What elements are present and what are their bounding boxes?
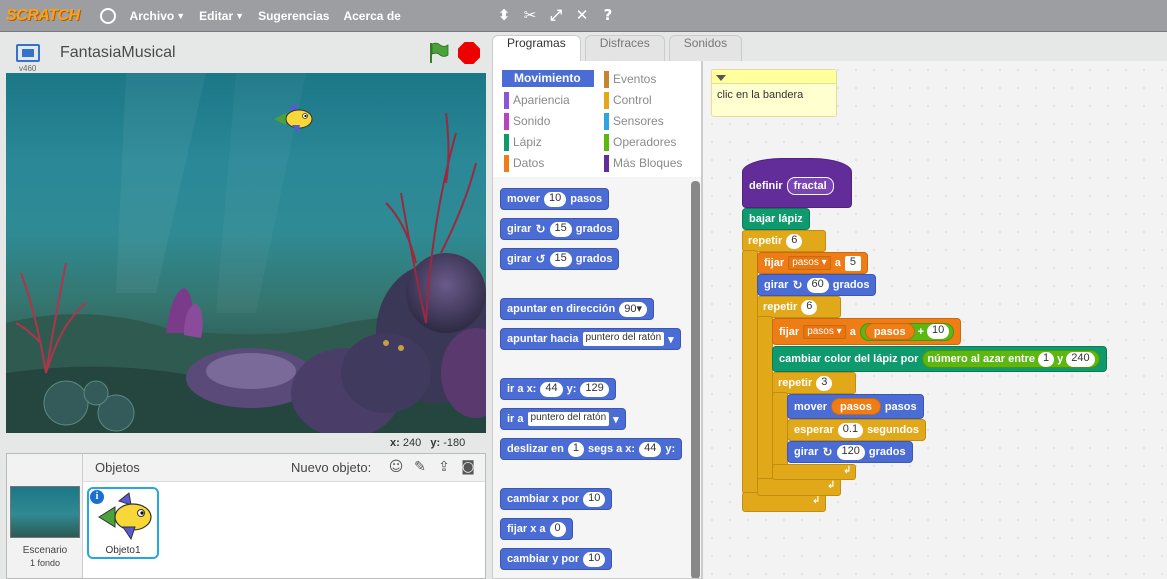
block-move-steps[interactable]: mover 10 pasos (500, 188, 610, 210)
script-comment[interactable]: clic en la bandera (711, 69, 837, 117)
loop-arrow-icon: ↲ (843, 465, 852, 476)
loop-arrow-icon: ↲ (827, 480, 836, 491)
category-operadores[interactable]: Operadores (602, 134, 694, 151)
loop-arrow-icon: ↲ (812, 495, 821, 506)
choose-sprite-icon[interactable]: ☺ (387, 458, 405, 476)
block-pen-down[interactable]: bajar lápiz (742, 208, 810, 230)
stage-label: Escenario (22, 545, 68, 556)
turn-left-icon: ↺ (535, 252, 546, 266)
editor-tabs: Programas Disfraces Sonidos (492, 35, 743, 62)
camera-icon[interactable]: ◙ (459, 458, 477, 476)
objects-header: Objetos Nuevo objeto: ☺ ✎ ⇪ ◙ (83, 454, 485, 482)
grow-icon[interactable]: ⤢ (548, 6, 564, 24)
category-apariencia[interactable]: Apariencia (502, 92, 594, 109)
turn-right-icon: ↻ (535, 222, 546, 236)
random-operator[interactable]: número al azar entre 1 y 240 (922, 350, 1100, 368)
custom-block-name: fractal (786, 177, 834, 195)
block-change-y[interactable]: cambiar y por 10 (500, 548, 613, 570)
block-turn-right[interactable]: girar ↻ 15 grados (500, 218, 620, 240)
category-eventos[interactable]: Eventos (602, 71, 694, 88)
block-change-x[interactable]: cambiar x por 10 (500, 488, 613, 510)
menu-bar: SCRATCH Archivo ▼ Editar ▼ Sugerencias Ace… (0, 0, 1167, 32)
new-object-label: Nuevo objeto: (291, 460, 372, 475)
sprite-panel: Escenario 1 fondo Objetos Nuevo objeto: … (6, 453, 486, 579)
tab-sonidos[interactable]: Sonidos (668, 35, 743, 61)
stage-thumbnail[interactable] (10, 486, 80, 538)
define-block[interactable]: definir fractal (742, 158, 852, 208)
block-set-x[interactable]: fijar x a0 (500, 518, 573, 540)
stage-selector[interactable]: Escenario 1 fondo (7, 454, 83, 578)
delete-icon[interactable]: ✂ (522, 6, 538, 24)
shrink-icon[interactable]: ✕ (574, 6, 590, 24)
tab-disfraces[interactable]: Disfraces (584, 35, 665, 61)
backdrop-count: 1 fondo (29, 558, 61, 568)
block-change-pen-color[interactable]: cambiar color del lápiz por número al az… (772, 346, 1107, 372)
paint-sprite-icon[interactable]: ✎ (411, 458, 429, 476)
fish-thumbnail-icon (98, 492, 152, 541)
turn-right-icon: ↻ (792, 278, 803, 292)
block-turn-120[interactable]: girar ↻ 120 grados (787, 441, 913, 463)
upload-sprite-icon[interactable]: ⇪ (435, 458, 453, 476)
category-mas-bloques[interactable]: Más Bloques (602, 155, 694, 172)
menu-editar[interactable]: Editar ▼ (199, 9, 244, 23)
category-sensores[interactable]: Sensores (602, 113, 694, 130)
palette-scrollbar[interactable] (691, 181, 700, 578)
menu-acerca-de[interactable]: Acerca de (343, 9, 400, 23)
project-title[interactable]: FantasiaMusical (60, 44, 176, 62)
language-globe-icon[interactable] (99, 7, 116, 24)
block-turn-60[interactable]: girar ↻ 60 grados (757, 274, 877, 296)
block-goto-xy[interactable]: ir a x: 44 y: 129 (500, 378, 616, 400)
block-move-variable[interactable]: mover pasos pasos (787, 394, 924, 419)
stop-sign-icon[interactable] (458, 42, 480, 64)
block-set-variable[interactable]: fijar pasos ▾ a 5 (757, 252, 868, 274)
version-label: v460 (19, 64, 37, 73)
block-set-variable-expression[interactable]: fijar pasos ▾ a pasos +10 (772, 318, 962, 345)
stage-header: v460 FantasiaMusical (6, 37, 486, 73)
menu-archivo[interactable]: Archivo ▼ (130, 9, 186, 23)
sprite-thumbnail[interactable]: i Objeto1 (87, 487, 159, 559)
presentation-mode-icon[interactable] (16, 44, 40, 62)
stage-canvas[interactable] (6, 73, 486, 433)
block-goto[interactable]: ir a puntero del ratón ▾ (500, 408, 626, 430)
add-operator[interactable]: pasos +10 (859, 322, 955, 341)
duplicate-icon[interactable]: ⬍ (496, 6, 512, 24)
objects-title: Objetos (95, 460, 140, 475)
menu-sugerencias[interactable]: Sugerencias (258, 9, 329, 23)
category-lapiz[interactable]: Lápiz (502, 134, 594, 151)
category-list: Movimiento Eventos Apariencia Control So… (493, 61, 701, 177)
category-movimiento[interactable]: Movimiento (502, 70, 594, 87)
block-palette: Movimiento Eventos Apariencia Control So… (492, 61, 702, 579)
category-datos[interactable]: Datos (502, 155, 594, 172)
help-icon[interactable]: ? (600, 6, 616, 24)
block-glide[interactable]: deslizar en 1 segs a x: 44 y: (500, 438, 683, 460)
sprite-name: Objeto1 (105, 545, 141, 556)
scratch-logo[interactable]: SCRATCH (6, 7, 80, 25)
green-flag-icon[interactable] (426, 41, 450, 65)
tab-programas[interactable]: Programas (492, 35, 581, 62)
category-sonido[interactable]: Sonido (502, 113, 594, 130)
block-point-towards[interactable]: apuntar hacia puntero del ratón ▾ (500, 328, 681, 350)
mouse-coordinates: x: 240 y: -180 (390, 437, 466, 449)
comment-collapse-icon[interactable] (712, 70, 836, 84)
block-wait[interactable]: esperar 0.1 segundos (787, 419, 927, 441)
block-turn-left[interactable]: girar ↺ 15 grados (500, 248, 620, 270)
category-control[interactable]: Control (602, 92, 694, 109)
block-point-direction[interactable]: apuntar en dirección 90▾ (500, 298, 654, 320)
turn-right-icon: ↻ (822, 445, 833, 459)
underwater-backdrop (6, 73, 486, 433)
